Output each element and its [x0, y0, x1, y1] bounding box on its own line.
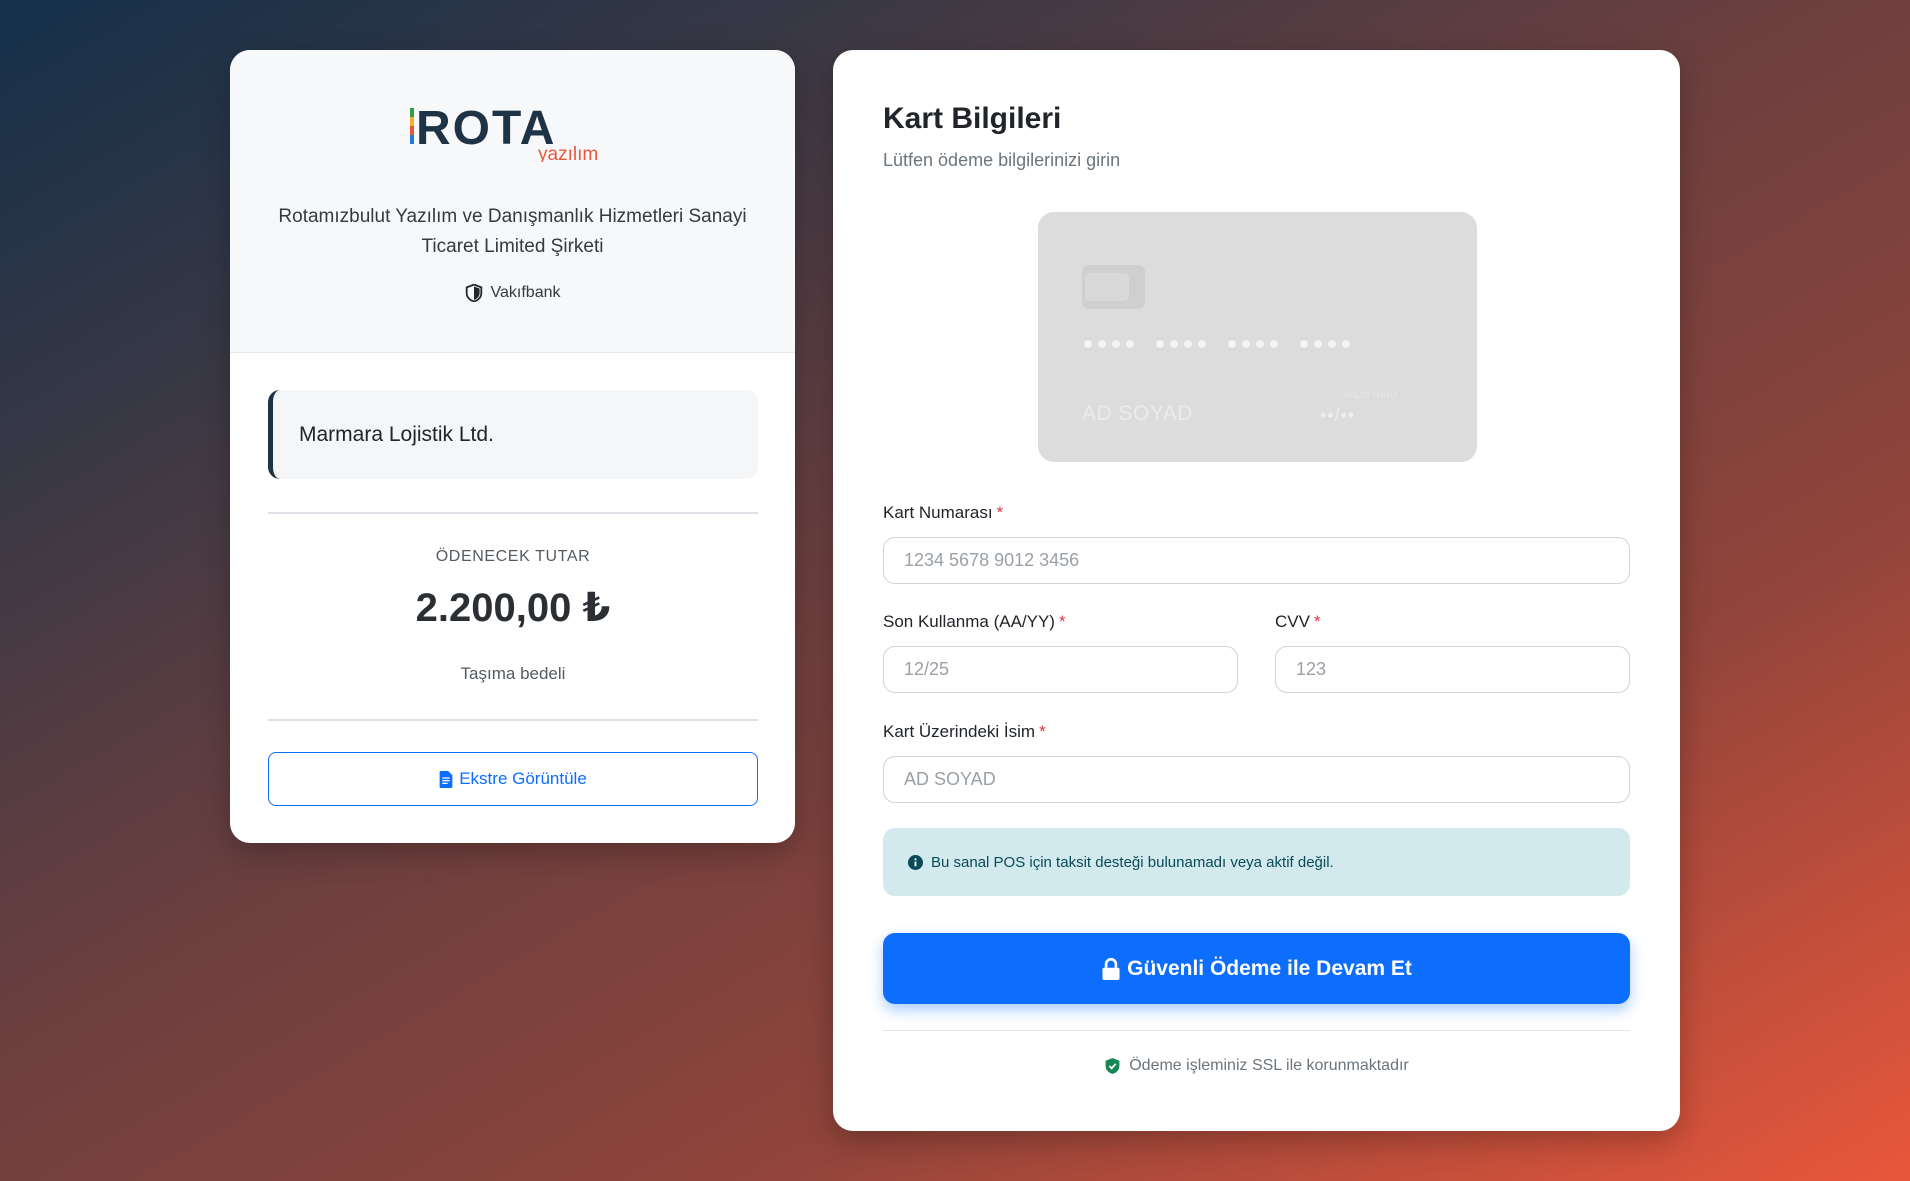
amount-value: 2.200,00 ₺	[415, 586, 611, 630]
divider	[883, 1030, 1630, 1031]
divider	[268, 512, 758, 514]
card-number-label: Kart Numarası *	[883, 503, 1004, 522]
installment-info-alert: Bu sanal POS için taksit desteği bulunam…	[883, 828, 1630, 896]
chip-icon	[1082, 265, 1145, 309]
customer-name-box: Marmara Lojistik Ltd.	[268, 390, 758, 479]
secure-pay-button[interactable]: Güvenli Ödeme ile Devam Et	[883, 933, 1630, 1004]
view-statement-button[interactable]: Ekstre Görüntüle	[268, 752, 758, 806]
expiry-input[interactable]	[883, 646, 1238, 693]
card-number-input[interactable]	[883, 537, 1630, 584]
info-circle-icon	[908, 854, 923, 870]
lock-icon	[1102, 957, 1120, 980]
merchant-header: ROTA yazılım Rotamızbulut Yazılım ve Dan…	[230, 50, 795, 353]
required-mark: *	[1313, 612, 1321, 631]
holder-name-label: Kart Üzerindeki İsim *	[883, 722, 1046, 741]
view-statement-label: Ekstre Görüntüle	[459, 769, 587, 788]
card-expiry-preview: ••/••	[1320, 405, 1356, 425]
bank-name: Vakıfbank	[490, 284, 561, 301]
card-number-mask	[1084, 340, 1350, 348]
shield-half-icon	[465, 284, 482, 302]
ssl-note-text: Ödeme işleminiz SSL ile korunmaktadır	[1129, 1057, 1409, 1074]
expiry-label: Son Kullanma (AA/YY) *	[883, 612, 1066, 631]
required-mark: *	[1039, 722, 1046, 741]
merchant-logo: ROTA yazılım	[410, 100, 615, 165]
ssl-note: Ödeme işleminiz SSL ile korunmaktadır	[883, 1057, 1630, 1075]
logo-subtext: yazılım	[538, 144, 598, 162]
shield-check-icon	[1105, 1058, 1120, 1074]
logo-wordmark: ROTA	[416, 102, 556, 155]
secure-pay-label: Güvenli Ödeme ile Devam Et	[1127, 956, 1412, 980]
required-mark: *	[1058, 612, 1066, 631]
form-subtitle: Lütfen ödeme bilgilerinizi girin	[883, 150, 1121, 170]
card-holder-preview: AD SOYAD	[1082, 402, 1193, 425]
customer-name: Marmara Lojistik Ltd.	[299, 422, 494, 446]
form-title: Kart Bilgileri	[883, 102, 1062, 135]
cvv-label: CVV *	[1275, 612, 1321, 631]
credit-card-preview: AD SOYAD VALID THRU ••/••	[1038, 212, 1477, 462]
amount-label: ÖDENECEK TUTAR	[435, 548, 591, 565]
required-mark: *	[996, 503, 1004, 522]
card-form-panel: Kart Bilgileri Lütfen ödeme bilgileriniz…	[833, 50, 1680, 1131]
company-name: Rotamızbulut Yazılım ve Danışmanlık Hizm…	[278, 206, 747, 257]
card-expiry-label-preview: VALID THRU	[1344, 390, 1397, 400]
cvv-input[interactable]	[1275, 646, 1630, 693]
holder-name-input[interactable]	[883, 756, 1630, 803]
divider	[268, 719, 758, 721]
amount-description: Taşıma bedeli	[460, 664, 566, 683]
installment-info-text: Bu sanal POS için taksit desteği bulunam…	[931, 853, 1334, 871]
bank-row: Vakıfbank	[465, 284, 561, 302]
file-text-icon	[439, 770, 453, 788]
payment-summary-card: ROTA yazılım Rotamızbulut Yazılım ve Dan…	[230, 50, 795, 843]
